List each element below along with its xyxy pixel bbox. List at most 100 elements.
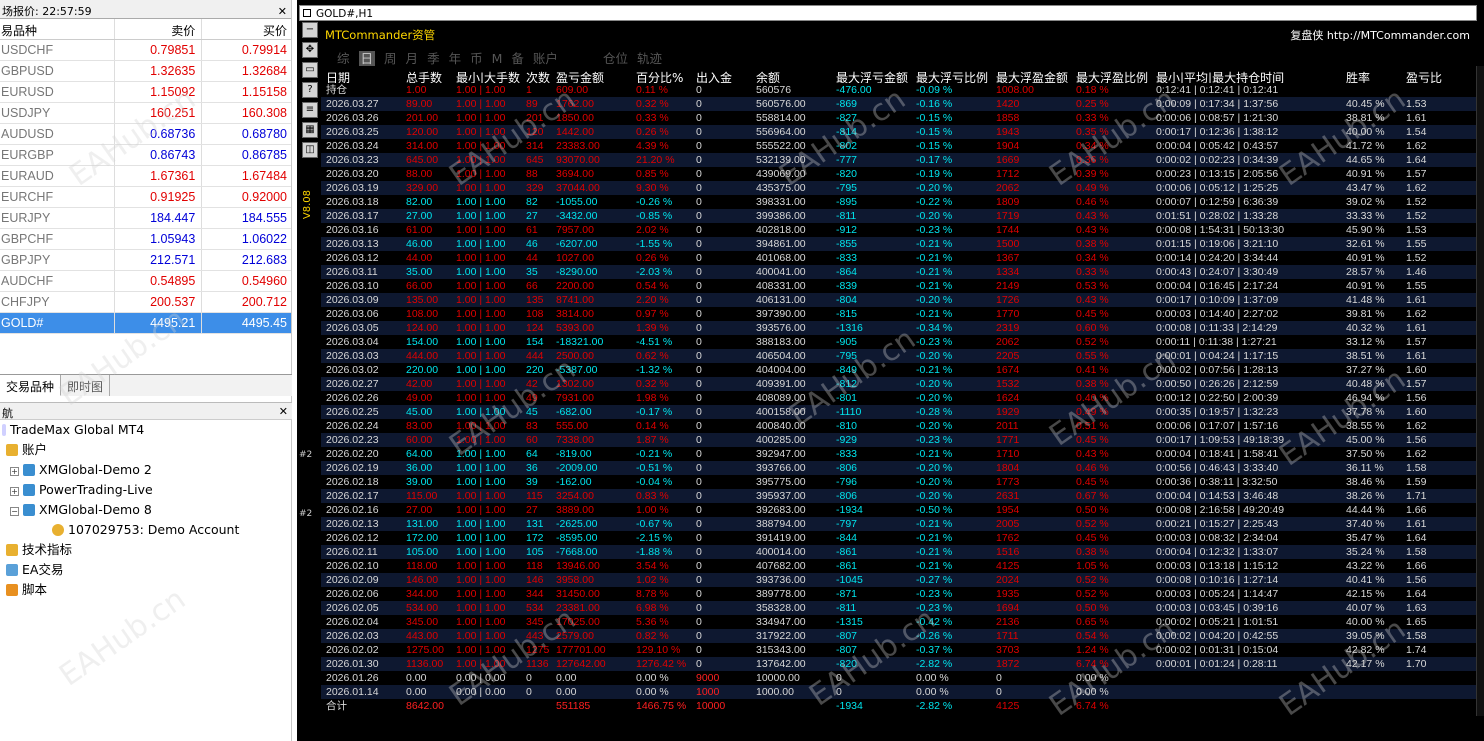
market-row[interactable]: USDJPY 160.251 160.308 [0,103,291,124]
table-row[interactable]: 2026.02.17 115.00 1.00 | 1.00 115 3254.00 0.8… [321,489,1476,503]
table-row[interactable]: 2026.02.16 27.00 1.00 | 1.00 27 3889.00 1.00 … [321,503,1476,517]
table-row[interactable]: 2026.02.10 118.00 1.00 | 1.00 118 13946.00 3.… [321,559,1476,573]
brand-link[interactable]: 复盘侠 http://MTCommander.com [1290,27,1470,43]
period-tab[interactable]: 季 [427,51,440,66]
period-tab[interactable]: 币 [470,51,483,66]
table-row[interactable]: 2026.03.20 88.00 1.00 | 1.00 88 3694.00 0.85 … [321,167,1476,181]
help-icon[interactable]: ? [302,82,318,98]
tree-server-1[interactable]: + XMGlobal-Demo 2 [0,460,292,480]
col-ask-header[interactable]: 买价 [202,19,291,39]
table-row[interactable]: 合计 8642.00 551185 1466.75 % 10000 -1934 -2.82 … [321,699,1476,713]
table-row[interactable]: 2026.03.27 89.00 1.00 | 1.00 89 1762.00 0.32 … [321,97,1476,111]
grid-icon[interactable]: ▦ [302,122,318,138]
market-row[interactable]: USDCHF 0.79851 0.79914 [0,40,291,61]
column-header[interactable]: 最大浮盈比例 [1071,69,1151,83]
table-row[interactable]: 2026.02.19 36.00 1.00 | 1.00 36 -2009.00 -0.5… [321,461,1476,475]
market-row[interactable]: CHFJPY 200.537 200.712 [0,292,291,313]
column-header[interactable]: 次数 [521,69,551,83]
table-row[interactable]: 2026.03.03 444.00 1.00 | 1.00 444 2500.00 0.6… [321,349,1476,363]
period-tab[interactable]: 年 [449,51,462,66]
table-row[interactable]: 2026.03.25 120.00 1.00 | 1.00 120 1442.00 0.2… [321,125,1476,139]
column-header[interactable]: 最大浮亏比例 [911,69,991,83]
vertical-scrollbar[interactable] [1476,66,1484,716]
tree-root[interactable]: TradeMax Global MT4 [0,420,292,440]
column-header[interactable]: 最大浮盈金额 [991,69,1071,83]
period-tab[interactable]: 综 [337,51,350,66]
table-row[interactable]: 2026.01.30 1136.00 1.00 | 1.00 1136 127642.0… [321,657,1476,671]
move-icon[interactable]: ✥ [302,42,318,58]
minimize-icon[interactable]: − [302,22,318,38]
market-row[interactable]: GBPJPY 212.571 212.683 [0,250,291,271]
column-header[interactable]: 最小|大手数 [451,69,521,83]
market-row[interactable]: EURCHF 0.91925 0.92000 [0,187,291,208]
tree-server-3[interactable]: − XMGlobal-Demo 8 [0,500,292,520]
table-row[interactable]: 2026.02.12 172.00 1.00 | 1.00 172 -8595.00 -2… [321,531,1476,545]
column-header[interactable]: 盈亏比 [1401,69,1451,83]
period-tab[interactable]: 仓位 [603,51,628,66]
window-icon[interactable]: ◫ [302,142,318,158]
table-row[interactable]: 2026.02.23 60.00 1.00 | 1.00 60 7338.00 1.87 … [321,433,1476,447]
market-row[interactable]: AUDCHF 0.54895 0.54960 [0,271,291,292]
table-row[interactable]: 2026.02.05 534.00 1.00 | 1.00 534 23381.00 6.… [321,601,1476,615]
column-header[interactable]: 出入金 [691,69,751,83]
period-tab[interactable]: 月 [406,51,419,66]
market-row[interactable]: GBPCHF 1.05943 1.06022 [0,229,291,250]
table-row[interactable]: 2026.03.19 329.00 1.00 | 1.00 329 37044.00 9.… [321,181,1476,195]
table-row[interactable]: 2026.03.09 135.00 1.00 | 1.00 135 8741.00 2.2… [321,293,1476,307]
column-header[interactable]: 盈亏金额 [551,69,631,83]
period-tab[interactable]: 日 [358,51,376,66]
market-row[interactable]: EURUSD 1.15092 1.15158 [0,82,291,103]
table-row[interactable]: 2026.03.26 201.00 1.00 | 1.00 201 1850.00 0.3… [321,111,1476,125]
column-header[interactable]: 胜率 [1341,69,1401,83]
table-row[interactable]: 2026.02.13 131.00 1.00 | 1.00 131 -2625.00 -0… [321,517,1476,531]
column-header[interactable]: 日期 [321,69,401,83]
column-header[interactable]: 余额 [751,69,831,83]
table-row[interactable]: 2026.02.20 64.00 1.00 | 1.00 64 -819.00 -0.21… [321,447,1476,461]
expand-icon[interactable]: + [10,487,19,496]
table-row[interactable]: 2026.03.10 66.00 1.00 | 1.00 66 2200.00 0.54 … [321,279,1476,293]
table-row[interactable]: 2026.02.26 49.00 1.00 | 1.00 49 7931.00 1.98 … [321,391,1476,405]
col-bid-header[interactable]: 卖价 [115,19,203,39]
table-row[interactable]: 2026.02.11 105.00 1.00 | 1.00 105 -7668.00 -1… [321,545,1476,559]
tree-indicators[interactable]: 技术指标 [0,540,292,560]
collapse-icon[interactable]: − [10,507,19,516]
period-tab[interactable]: 周 [384,51,397,66]
expand-icon[interactable]: + [10,467,19,476]
table-row[interactable]: 2026.03.17 27.00 1.00 | 1.00 27 -3432.00 -0.8… [321,209,1476,223]
table-row[interactable]: 2026.02.25 45.00 1.00 | 1.00 45 -682.00 -0.17… [321,405,1476,419]
market-row[interactable]: AUDUSD 0.68736 0.68780 [0,124,291,145]
table-row[interactable]: 2026.02.09 146.00 1.00 | 1.00 146 3958.00 1.0… [321,573,1476,587]
table-row[interactable]: 2026.02.18 39.00 1.00 | 1.00 39 -162.00 -0.04… [321,475,1476,489]
market-row[interactable]: EURAUD 1.67361 1.67484 [0,166,291,187]
tree-accounts[interactable]: 账户 [0,440,292,460]
table-row[interactable]: 2026.03.05 124.00 1.00 | 1.00 124 5393.00 1.3… [321,321,1476,335]
brand-url[interactable]: http://MTCommander.com [1327,29,1470,42]
table-row[interactable]: 2026.02.04 345.00 1.00 | 1.00 345 17025.00 5.… [321,615,1476,629]
table-row[interactable]: 2026.02.06 344.00 1.00 | 1.00 344 31450.00 8.… [321,587,1476,601]
tab-tick-chart[interactable]: 即时图 [61,375,111,396]
tree-account[interactable]: 107029753: Demo Account [0,520,292,540]
market-row[interactable]: GOLD# 4495.21 4495.45 [0,313,291,334]
table-row[interactable]: 2026.03.18 82.00 1.00 | 1.00 82 -1055.00 -0.2… [321,195,1476,209]
table-row[interactable]: 2026.03.24 314.00 1.00 | 1.00 314 23383.00 4.… [321,139,1476,153]
table-row[interactable]: 2026.03.11 35.00 1.00 | 1.00 35 -8290.00 -2.0… [321,265,1476,279]
table-row[interactable]: 2026.02.27 42.00 1.00 | 1.00 42 1302.00 0.32 … [321,377,1476,391]
market-row[interactable]: EURJPY 184.447 184.555 [0,208,291,229]
tree-experts[interactable]: EA交易 [0,560,292,580]
table-row[interactable]: 2026.01.26 0.00 0.00 | 0.00 0 0.00 0.00 % 9000… [321,671,1476,685]
table-row[interactable]: 2026.03.13 46.00 1.00 | 1.00 46 -6207.00 -1.5… [321,237,1476,251]
column-header[interactable]: 最大浮亏金额 [831,69,911,83]
close-icon[interactable]: ✕ [278,5,287,18]
column-header[interactable]: 百分比% [631,69,691,83]
market-row[interactable]: EURGBP 0.86743 0.86785 [0,145,291,166]
column-header[interactable]: 最小|平均|最大持仓时间 [1151,69,1341,83]
table-row[interactable]: 2026.03.16 61.00 1.00 | 1.00 61 7957.00 2.02 … [321,223,1476,237]
period-tab[interactable]: M [492,51,503,66]
period-tab[interactable]: 账户 [533,51,558,66]
table-row[interactable]: 2026.03.23 645.00 1.00 | 1.00 645 93070.00 21… [321,153,1476,167]
tab-symbols[interactable]: 交易品种 [0,375,62,396]
market-row[interactable]: GBPUSD 1.32635 1.32684 [0,61,291,82]
period-tab[interactable]: 备 [511,51,524,66]
period-tab[interactable]: 轨迹 [637,51,662,66]
table-row[interactable]: 2026.03.04 154.00 1.00 | 1.00 154 -18321.00 -… [321,335,1476,349]
